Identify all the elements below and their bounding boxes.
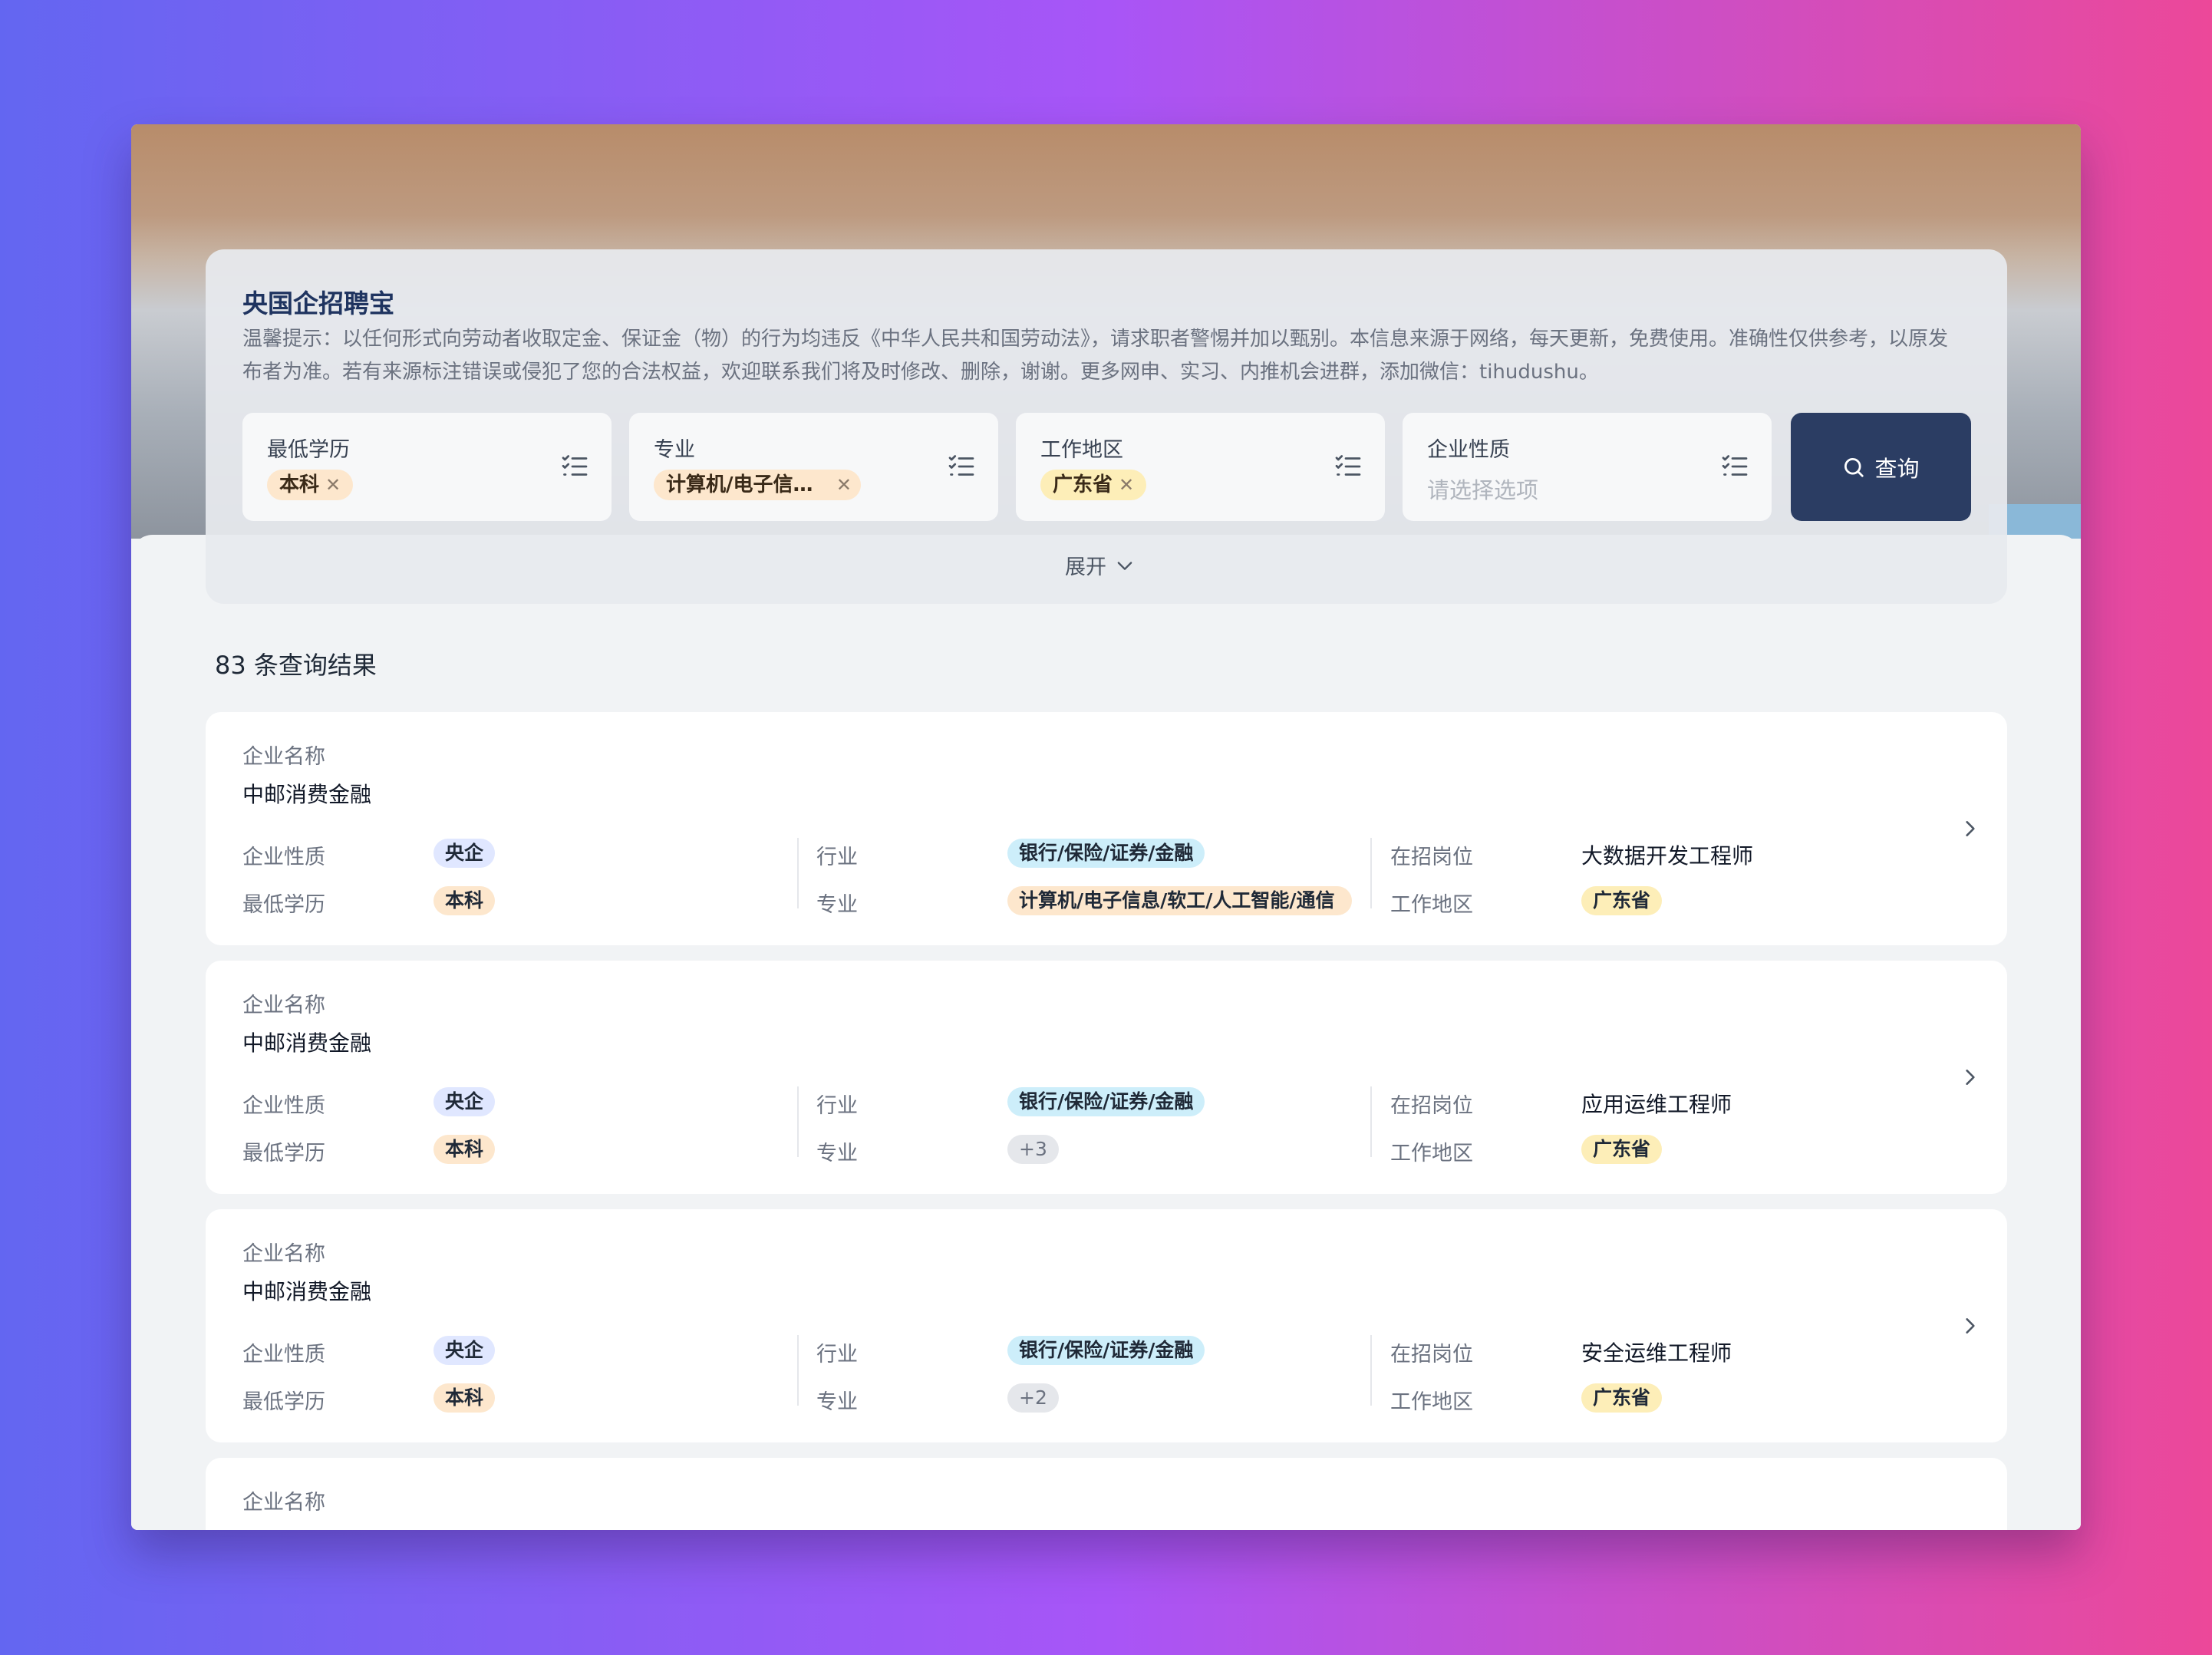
result-count: 83 条查询结果 xyxy=(215,651,377,680)
expand-label: 展开 xyxy=(1065,556,1106,579)
education-label: 最低学历 xyxy=(242,1390,325,1414)
filter-label: 专业 xyxy=(654,438,695,462)
nature-tag: 央企 xyxy=(433,839,496,868)
column-divider xyxy=(797,838,799,908)
filter-chip: 广东省 ✕ xyxy=(1040,470,1147,500)
education-label: 最低学历 xyxy=(242,893,325,917)
filter-label: 企业性质 xyxy=(1427,438,1510,462)
education-tag: 本科 xyxy=(433,1135,496,1164)
column-divider xyxy=(797,1086,799,1157)
result-card[interactable]: 企业名称 xyxy=(206,1458,2007,1530)
filter-chip: 本科 ✕ xyxy=(267,470,354,500)
company-name-label: 企业名称 xyxy=(242,1242,325,1266)
position-value: 应用运维工程师 xyxy=(1581,1092,1732,1117)
major-more-tag: +3 xyxy=(1007,1135,1059,1164)
major-label: 专业 xyxy=(816,1142,858,1165)
column-divider xyxy=(797,1335,799,1406)
major-tag: 计算机/电子信息/软工/人工智能/通信 xyxy=(1007,886,1352,915)
industry-tag: 银行/保险/证券/金融 xyxy=(1007,1087,1205,1116)
list-check-icon xyxy=(1335,455,1361,476)
major-label: 专业 xyxy=(816,893,858,917)
region-label: 工作地区 xyxy=(1390,893,1473,917)
chevron-right-icon[interactable] xyxy=(1960,819,1980,839)
position-value: 安全运维工程师 xyxy=(1581,1340,1732,1366)
chip-remove-icon[interactable]: ✕ xyxy=(836,470,852,500)
list-check-icon xyxy=(1722,455,1748,476)
industry-label: 行业 xyxy=(816,1094,858,1118)
chip-remove-icon[interactable]: ✕ xyxy=(325,474,341,496)
filter-chip: 计算机/电子信息/软工/人工智能/通信 ✕ xyxy=(654,470,861,500)
filter-region[interactable]: 工作地区 广东省 ✕ xyxy=(1016,413,1385,521)
region-tag: 广东省 xyxy=(1581,1383,1663,1413)
filter-label: 最低学历 xyxy=(267,438,350,462)
position-label: 在招岗位 xyxy=(1390,1094,1473,1118)
position-value: 大数据开发工程师 xyxy=(1581,843,1754,869)
nature-tag: 央企 xyxy=(433,1336,496,1365)
major-label: 专业 xyxy=(816,1390,858,1414)
chevron-down-icon xyxy=(1117,561,1132,570)
nature-label: 企业性质 xyxy=(242,1094,325,1118)
industry-label: 行业 xyxy=(816,846,858,869)
chip-label: 本科 xyxy=(279,473,320,496)
filter-education[interactable]: 最低学历 本科 ✕ xyxy=(242,413,612,521)
company-name: 中邮消费金融 xyxy=(242,1279,372,1304)
nature-label: 企业性质 xyxy=(242,1343,325,1367)
result-card[interactable]: 企业名称 中邮消费金融 企业性质 央企 最低学历 本科 行业 银行/保险/证券/… xyxy=(206,1209,2007,1442)
industry-label: 行业 xyxy=(816,1343,858,1367)
chevron-right-icon[interactable] xyxy=(1960,1316,1980,1336)
column-divider xyxy=(1370,1335,1372,1406)
search-icon xyxy=(1844,457,1864,477)
company-name: 中邮消费金融 xyxy=(242,782,372,807)
company-name: 中邮消费金融 xyxy=(242,1030,372,1056)
column-divider xyxy=(1370,838,1372,908)
result-card[interactable]: 企业名称 中邮消费金融 企业性质 央企 最低学历 本科 行业 银行/保险/证券/… xyxy=(206,712,2007,945)
nature-label: 企业性质 xyxy=(242,846,325,869)
expand-toggle[interactable]: 展开 xyxy=(1065,550,1136,580)
filter-label: 工作地区 xyxy=(1040,438,1123,462)
company-name-label: 企业名称 xyxy=(242,745,325,769)
filter-placeholder: 请选择选项 xyxy=(1427,477,1539,503)
app-window: 央国企招聘宝 温馨提示：以任何形式向劳动者收取定金、保证金（物）的行为均违反《中… xyxy=(131,124,2081,1530)
industry-tag: 银行/保险/证券/金融 xyxy=(1007,1336,1205,1365)
region-label: 工作地区 xyxy=(1390,1142,1473,1165)
position-label: 在招岗位 xyxy=(1390,846,1473,869)
filter-company-nature[interactable]: 企业性质 请选择选项 xyxy=(1403,413,1772,521)
query-button[interactable]: 查询 xyxy=(1791,413,1971,521)
list-check-icon xyxy=(948,455,974,476)
app-title: 央国企招聘宝 xyxy=(242,288,394,318)
region-label: 工作地区 xyxy=(1390,1390,1473,1414)
education-tag: 本科 xyxy=(433,1383,496,1413)
company-name-label: 企业名称 xyxy=(242,1491,325,1515)
education-label: 最低学历 xyxy=(242,1142,325,1165)
region-tag: 广东省 xyxy=(1581,886,1663,915)
industry-tag: 银行/保险/证券/金融 xyxy=(1007,839,1205,868)
chevron-right-icon[interactable] xyxy=(1960,1067,1980,1087)
search-panel: 央国企招聘宝 温馨提示：以任何形式向劳动者收取定金、保证金（物）的行为均违反《中… xyxy=(206,249,2007,604)
education-tag: 本科 xyxy=(433,886,496,915)
chip-remove-icon[interactable]: ✕ xyxy=(1119,474,1134,496)
company-name-label: 企业名称 xyxy=(242,994,325,1017)
filter-major[interactable]: 专业 计算机/电子信息/软工/人工智能/通信 ✕ xyxy=(629,413,998,521)
major-more-tag: +2 xyxy=(1007,1383,1059,1413)
chip-label: 计算机/电子信息/软工/人工智能/通信 xyxy=(666,473,819,496)
query-button-label: 查询 xyxy=(1874,455,1920,482)
result-card[interactable]: 企业名称 中邮消费金融 企业性质 央企 最低学历 本科 行业 银行/保险/证券/… xyxy=(206,961,2007,1194)
column-divider xyxy=(1370,1086,1372,1157)
list-check-icon xyxy=(562,455,588,476)
position-label: 在招岗位 xyxy=(1390,1343,1473,1367)
notice-text: 温馨提示：以任何形式向劳动者收取定金、保证金（物）的行为均违反《中华人民共和国劳… xyxy=(242,328,1949,384)
region-tag: 广东省 xyxy=(1581,1135,1663,1164)
nature-tag: 央企 xyxy=(433,1087,496,1116)
chip-label: 广东省 xyxy=(1053,473,1113,496)
